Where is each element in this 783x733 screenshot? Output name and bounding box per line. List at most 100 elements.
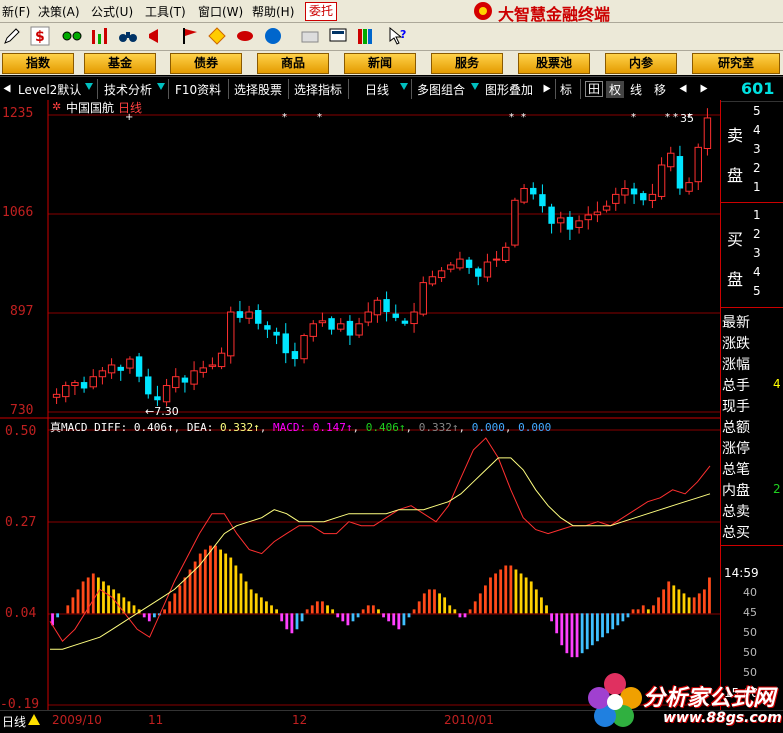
glasses-icon[interactable] (62, 26, 82, 46)
level2-default[interactable]: Level2默认 (18, 81, 81, 98)
books-icon[interactable] (356, 26, 376, 46)
triangle-left-icon[interactable] (679, 84, 687, 93)
candle-body (80, 382, 88, 389)
dollar-icon[interactable]: $ (30, 26, 50, 46)
candle-body (575, 220, 583, 228)
candle-body (181, 377, 189, 383)
coin-icon[interactable] (263, 26, 283, 46)
move-button[interactable]: 移 (654, 81, 666, 98)
f10-info[interactable]: F10资料 (175, 81, 221, 98)
bottom-period-label[interactable]: 日线 (2, 713, 26, 730)
multi-chart[interactable]: 多图组合 (417, 81, 465, 98)
chart-area[interactable]: + * * * * * * * * (0, 100, 720, 710)
diamond-icon[interactable] (207, 26, 227, 46)
grid-button[interactable]: 田 (585, 81, 604, 97)
menu-file[interactable]: 新(F) (2, 3, 30, 20)
candle-body (318, 320, 327, 324)
signal-star: * (509, 112, 514, 123)
buy-level: 5 (753, 284, 761, 298)
field-current-volume: 现手 (722, 399, 750, 415)
menu-tools[interactable]: 工具(T) (145, 3, 186, 20)
menu-decision[interactable]: 决策(A) (38, 3, 80, 20)
triangle-right-icon[interactable] (543, 84, 551, 93)
candle-body (98, 370, 107, 378)
nav-index[interactable]: 指数 (2, 53, 74, 74)
chart-period: 日线 (118, 101, 143, 115)
period-triangle-icon[interactable] (28, 714, 40, 725)
field-latest: 最新 (722, 315, 750, 331)
macd-extra-value: 0.332↑ (418, 421, 459, 434)
nav-insider[interactable]: 内参 (605, 53, 677, 74)
field-inner: 内盘 (722, 483, 750, 499)
triangle-left-icon[interactable] (3, 84, 11, 93)
megaphone-icon[interactable] (146, 26, 166, 46)
help-icon[interactable]: ? (388, 26, 408, 46)
macd-title: 真MACD (50, 421, 88, 434)
candle-body (383, 299, 390, 313)
screen-icon[interactable] (328, 26, 348, 46)
menu-bar: 新(F) 决策(A) 公式(U) 工具(T) 窗口(W) 帮助(H) 委托 大智… (0, 0, 783, 24)
stock-code: 601 (741, 79, 775, 98)
svg-text:$: $ (35, 29, 45, 45)
diff-label: DIFF: (94, 421, 128, 434)
line-button[interactable]: 线 (630, 81, 642, 98)
sell-label: 盘 (727, 166, 744, 185)
adjust-button[interactable]: 权 (606, 81, 625, 98)
binoculars-icon[interactable] (118, 26, 138, 46)
select-stock[interactable]: 选择股票 (234, 81, 282, 98)
candle-body (584, 214, 592, 221)
nav-news[interactable]: 新闻 (344, 53, 416, 74)
menu-formula[interactable]: 公式(U) (91, 3, 133, 20)
period-daily[interactable]: 日线 (365, 81, 389, 98)
tick-row: 50 (743, 626, 757, 639)
price-axis-label: 1066 (2, 205, 34, 220)
stock-name: 中国国航 (66, 101, 115, 115)
triangle-right-icon[interactable] (700, 84, 708, 93)
nav-bond[interactable]: 债券 (170, 53, 242, 74)
candle-body (135, 356, 143, 377)
quote-panel: 卖 盘 5 4 3 2 1 买 盘 1 2 3 4 5 最新 涨跌 涨幅 总手 … (720, 100, 783, 710)
chevron-down-icon[interactable] (471, 83, 479, 90)
chevron-down-icon[interactable] (157, 83, 165, 90)
candle-body (355, 323, 363, 336)
flag-icon[interactable] (180, 26, 200, 46)
bars-icon[interactable] (90, 26, 110, 46)
buy-level: 1 (753, 208, 761, 222)
menu-help[interactable]: 帮助(H) (252, 3, 294, 20)
lips-icon[interactable] (235, 26, 255, 46)
volume-value: 4 (773, 377, 781, 391)
chevron-down-icon[interactable] (400, 83, 408, 90)
pen-icon[interactable] (2, 26, 22, 46)
candle-body (328, 318, 335, 330)
candle-body (208, 364, 217, 367)
macd-axis-label: 0.04 (5, 606, 37, 621)
nav-stock-pool[interactable]: 股票池 (518, 53, 590, 74)
candle-body (255, 310, 262, 324)
sell-level: 5 (753, 104, 761, 118)
nav-research[interactable]: 研究室 (692, 53, 780, 74)
overlay[interactable]: 图形叠加 (485, 81, 533, 98)
chevron-down-icon[interactable] (85, 83, 93, 90)
candle-body (227, 311, 235, 357)
nav-bar: 指数 基金 债券 商品 新闻 服务 股票池 内参 研究室 (0, 51, 783, 75)
tick-time: 14:59 (724, 566, 759, 580)
field-total-sell: 总卖 (722, 504, 750, 520)
nav-service[interactable]: 服务 (431, 53, 503, 74)
buy-label: 盘 (727, 270, 744, 289)
candle-body (640, 193, 647, 201)
menu-window[interactable]: 窗口(W) (198, 3, 243, 20)
candle-body (172, 376, 180, 389)
person-icon[interactable] (300, 26, 320, 46)
candle-body (190, 370, 198, 385)
nav-commodity[interactable]: 商品 (257, 53, 329, 74)
nav-fund[interactable]: 基金 (84, 53, 156, 74)
candle-body (676, 156, 684, 189)
entrust-button[interactable]: 委托 (305, 2, 337, 21)
candle-body (145, 376, 152, 395)
buy-level: 4 (753, 265, 761, 279)
tech-analysis[interactable]: 技术分析 (104, 81, 152, 98)
mark-button[interactable]: 标 (560, 81, 572, 98)
select-indicator[interactable]: 选择指标 (294, 81, 342, 98)
sell-level: 1 (753, 180, 761, 194)
price-axis-label: 897 (10, 304, 34, 319)
